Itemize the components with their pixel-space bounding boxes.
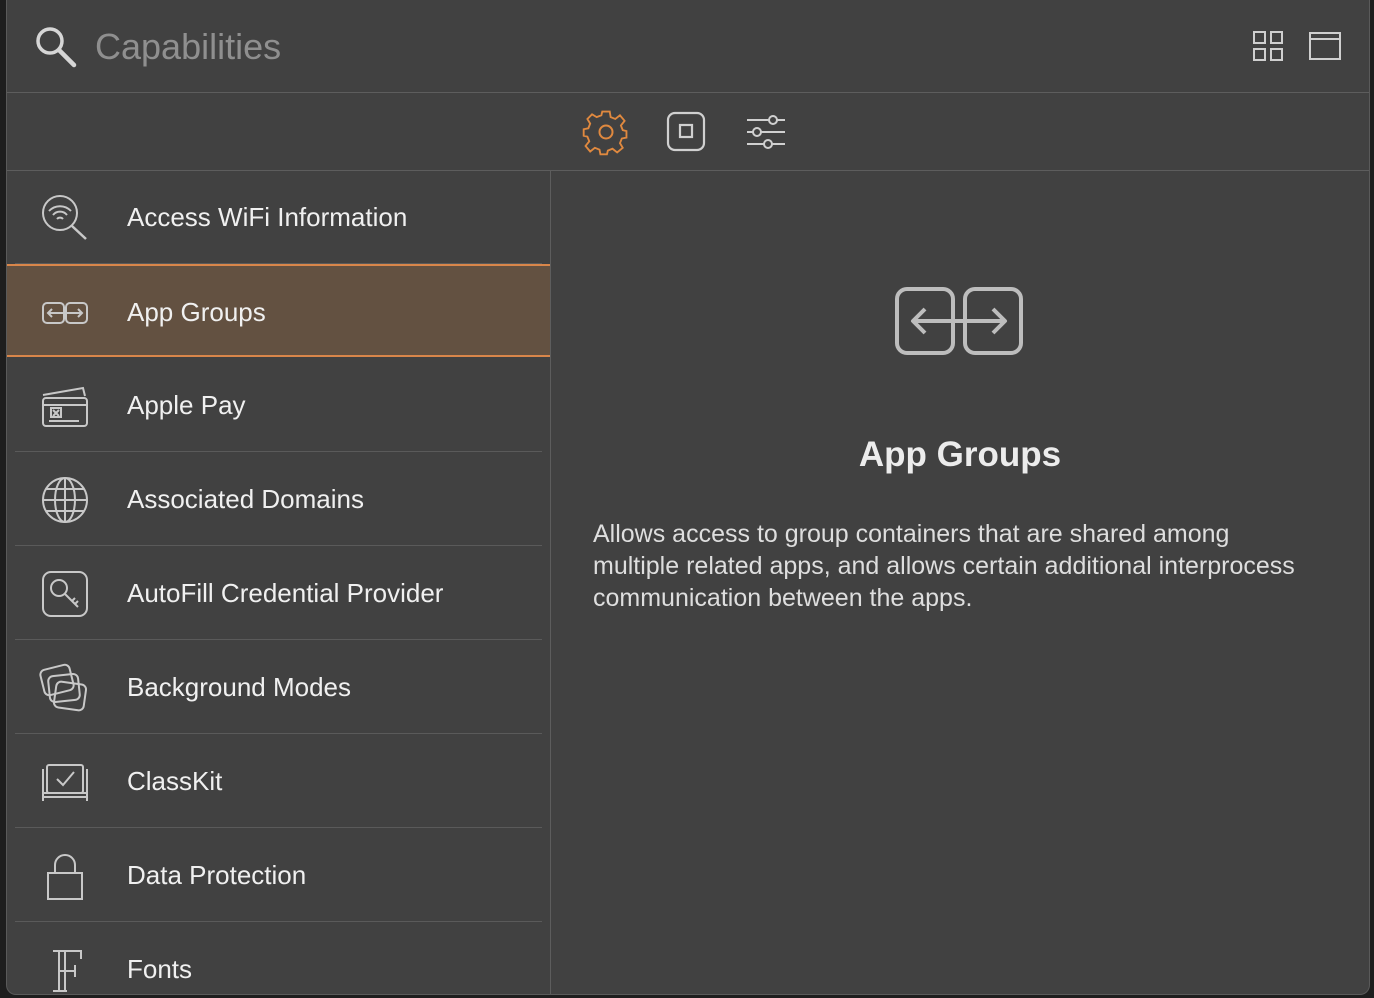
list-item-classkit[interactable]: ClassKit: [7, 735, 550, 828]
checkbox-board-icon: [42, 764, 88, 801]
divider: [15, 921, 542, 922]
font-icon: [53, 950, 82, 992]
divider: [15, 639, 542, 640]
item-label: Apple Pay: [127, 390, 246, 420]
list-item-access-wifi[interactable]: Access WiFi Information: [7, 171, 550, 264]
capabilities-window: Access WiFi Information App Groups: [6, 0, 1370, 995]
list-item-background-modes[interactable]: Background Modes: [7, 641, 550, 734]
wifi-search-icon: [42, 195, 87, 240]
detail-title: App Groups: [858, 435, 1062, 474]
sliders-icon[interactable]: [741, 107, 791, 157]
divider: [15, 733, 542, 734]
list-item-associated-domains[interactable]: Associated Domains: [7, 453, 550, 546]
app-groups-icon: [42, 302, 88, 324]
divider: [15, 827, 542, 828]
apple-pay-card-icon: [42, 386, 88, 427]
app-groups-icon: [895, 287, 1023, 355]
search-icon: [36, 27, 77, 68]
stacked-windows-icon: [39, 663, 88, 712]
single-view-icon[interactable]: [1309, 31, 1341, 61]
item-label: AutoFill Credential Provider: [127, 578, 444, 608]
divider: [15, 451, 542, 452]
list-item-fonts[interactable]: Fonts: [7, 923, 550, 994]
list-item-app-groups[interactable]: App Groups: [7, 264, 550, 357]
list-item-data-protection[interactable]: Data Protection: [7, 829, 550, 922]
gear-icon[interactable]: [581, 107, 631, 157]
inspector-toolbar: [7, 93, 1369, 171]
item-label: Data Protection: [127, 860, 307, 890]
item-label: Fonts: [127, 954, 193, 984]
item-label: Background Modes: [127, 672, 352, 702]
list-item-autofill-credential-provider[interactable]: AutoFill Credential Provider: [7, 547, 550, 640]
detail-panel: App Groups Allows access to group contai…: [551, 171, 1369, 994]
search-input[interactable]: [93, 22, 1197, 72]
item-label: App Groups: [127, 297, 266, 327]
divider: [15, 545, 542, 546]
detail-description: Allows access to group containers that a…: [593, 520, 1295, 612]
search-bar: [7, 0, 1369, 93]
item-label: ClassKit: [127, 766, 223, 796]
key-icon: [42, 571, 88, 617]
globe-icon: [42, 477, 88, 523]
item-label: Access WiFi Information: [127, 202, 408, 232]
capabilities-list: Access WiFi Information App Groups Apple…: [7, 171, 551, 994]
grid-view-icon[interactable]: [1253, 31, 1283, 61]
stop-square-icon[interactable]: [661, 107, 711, 157]
list-item-apple-pay[interactable]: Apple Pay: [7, 359, 550, 452]
lock-icon: [47, 854, 83, 900]
item-label: Associated Domains: [127, 484, 364, 514]
